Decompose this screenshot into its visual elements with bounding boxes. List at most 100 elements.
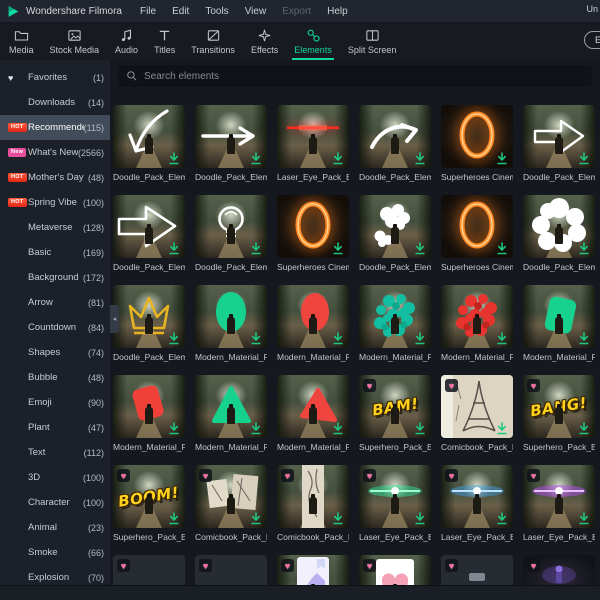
sidebar-item-plant[interactable]: Plant (47) [0, 415, 110, 440]
download-icon[interactable] [578, 422, 590, 435]
tab-stock-media[interactable]: Stock Media [43, 22, 107, 60]
tile-thumbnail[interactable]: ♥ [277, 555, 349, 585]
sidebar-item-smoke[interactable]: Smoke (66) [0, 540, 110, 565]
download-icon[interactable] [578, 152, 590, 165]
tile-thumbnail[interactable]: ♥ [441, 375, 513, 438]
tile-thumbnail[interactable]: ♥ [523, 105, 595, 168]
search-input[interactable] [144, 71, 584, 82]
grid-tile[interactable]: ♥ Laser_Eye_Pack_Eleme... [277, 105, 349, 182]
download-icon[interactable] [250, 332, 262, 345]
sidebar-item-recommended[interactable]: HOT Recommended (115) [0, 115, 110, 140]
sidebar-item-basic[interactable]: Basic (169) [0, 240, 110, 265]
grid-tile[interactable]: ♥ Doodle_Pack_Element_5 [113, 195, 185, 272]
download-icon[interactable] [496, 242, 508, 255]
tile-thumbnail[interactable]: ♥ [441, 105, 513, 168]
grid-tile[interactable]: ♥ Superheroes Cinematic ... [441, 105, 513, 182]
tab-transitions[interactable]: Transitions [184, 22, 242, 60]
download-icon[interactable] [414, 332, 426, 345]
sidebar-collapse-handle[interactable]: ◂ [110, 305, 119, 333]
search-bar[interactable] [118, 65, 592, 87]
grid-tile[interactable]: ♥ Doodle_Pack_Element_3 [359, 105, 431, 182]
tab-audio[interactable]: Audio [108, 22, 145, 60]
tile-thumbnail[interactable]: ♥ [195, 375, 267, 438]
sidebar-item-mother-s-day[interactable]: HOT Mother's Day (48) [0, 165, 110, 190]
tile-thumbnail[interactable]: BAM! ♥ [359, 375, 431, 438]
tile-thumbnail[interactable]: ♥ [113, 375, 185, 438]
menu-tools[interactable]: Tools [205, 6, 228, 17]
grid-tile[interactable]: ♥ Laser_Eye_Pack_Eleme... [523, 465, 595, 542]
grid-tile[interactable]: BOOM! ♥ Superhero_Pack_Eleme... [113, 465, 185, 542]
download-icon[interactable] [168, 332, 180, 345]
tab-effects[interactable]: Effects [244, 22, 285, 60]
tile-thumbnail[interactable]: ♥ [195, 555, 267, 585]
grid-tile[interactable]: ♥ [441, 555, 513, 585]
grid-tile[interactable]: ♥ Doodle_Pack_Element_7 [359, 195, 431, 272]
grid-tile[interactable]: BANG! ♥ Superhero_Pack_Eleme... [523, 375, 595, 452]
tile-thumbnail[interactable]: ♥ [359, 555, 431, 585]
menu-view[interactable]: View [245, 6, 267, 17]
tile-thumbnail[interactable]: ♥ [195, 195, 267, 258]
tab-split-screen[interactable]: Split Screen [341, 22, 404, 60]
grid-tile[interactable]: ♥ [277, 555, 349, 585]
download-icon[interactable] [414, 422, 426, 435]
download-icon[interactable] [250, 152, 262, 165]
grid-tile[interactable]: ♥ Superheroes Cinematic ... [277, 195, 349, 272]
grid-tile[interactable]: ♥ [523, 555, 595, 585]
grid-tile[interactable]: ♥ Doodle_Pack_Element_1 [523, 105, 595, 182]
tab-titles[interactable]: Titles [147, 22, 182, 60]
grid-tile[interactable]: ♥ [195, 555, 267, 585]
grid-tile[interactable]: ♥ Modern_Material_Pack_... [523, 285, 595, 362]
grid-tile[interactable]: ♥ Doodle_Pack_Element_6 [195, 195, 267, 272]
tab-media[interactable]: Media [2, 22, 41, 60]
grid-tile[interactable]: ♥ Modern_Material_Pack_... [441, 285, 513, 362]
download-icon[interactable] [496, 332, 508, 345]
grid-tile[interactable]: ♥ Doodle_Pack_Element_9 [113, 285, 185, 362]
menu-edit[interactable]: Edit [172, 6, 189, 17]
sidebar-item-arrow[interactable]: Arrow (81) [0, 290, 110, 315]
download-icon[interactable] [496, 512, 508, 525]
tile-thumbnail[interactable]: ♥ [359, 285, 431, 348]
sidebar-item-shapes[interactable]: Shapes (74) [0, 340, 110, 365]
tile-thumbnail[interactable]: ♥ [195, 465, 267, 528]
grid-tile[interactable]: ♥ Comicbook_Pack_Eleme... [277, 465, 349, 542]
grid-tile[interactable]: ♥ Laser_Eye_Pack_Eleme... [441, 465, 513, 542]
tile-thumbnail[interactable]: ♥ [523, 555, 595, 585]
download-icon[interactable] [414, 152, 426, 165]
grid-tile[interactable]: ♥ Comicbook_Pack_Eleme... [195, 465, 267, 542]
download-icon[interactable] [332, 152, 344, 165]
download-icon[interactable] [332, 422, 344, 435]
tile-thumbnail[interactable]: ♥ [441, 195, 513, 258]
sidebar-item-background[interactable]: Background (172) [0, 265, 110, 290]
tile-thumbnail[interactable]: ♥ [195, 285, 267, 348]
grid-tile[interactable]: ♥ Modern_Material_Pack_... [277, 285, 349, 362]
download-icon[interactable] [578, 242, 590, 255]
grid-tile[interactable]: ♥ Modern_Material_Pack_... [195, 285, 267, 362]
grid-tile[interactable]: BAM! ♥ Superhero_Pack_Eleme... [359, 375, 431, 452]
download-icon[interactable] [578, 512, 590, 525]
tile-thumbnail[interactable]: ♥ [359, 105, 431, 168]
grid-tile[interactable]: ♥ Superheroes Cinematic ... [441, 195, 513, 272]
sidebar-item-countdown[interactable]: Countdown (84) [0, 315, 110, 340]
sidebar-item-emoji[interactable]: Emoji (90) [0, 390, 110, 415]
sidebar-item-text[interactable]: Text (112) [0, 440, 110, 465]
grid-tile[interactable]: ♥ Doodle_Pack_Element_8 [523, 195, 595, 272]
sidebar-item-explosion[interactable]: Explosion (70) [0, 565, 110, 585]
tile-thumbnail[interactable]: ♥ [441, 555, 513, 585]
sidebar-item-metaverse[interactable]: Metaverse (128) [0, 215, 110, 240]
tile-thumbnail[interactable]: ♥ [277, 105, 349, 168]
download-icon[interactable] [168, 512, 180, 525]
menu-file[interactable]: File [140, 6, 156, 17]
tile-thumbnail[interactable]: ♥ [359, 465, 431, 528]
sidebar-item-favorites[interactable]: ♥ Favorites (1) [0, 65, 110, 90]
download-icon[interactable] [332, 512, 344, 525]
grid-tile[interactable]: ♥ Doodle_Pack_Element_4 [113, 105, 185, 182]
tile-thumbnail[interactable]: ♥ [277, 465, 349, 528]
grid-tile[interactable]: ♥ Laser_Eye_Pack_Eleme... [359, 465, 431, 542]
tile-thumbnail[interactable]: ♥ [277, 195, 349, 258]
grid-tile[interactable]: ♥ [113, 555, 185, 585]
grid-tile[interactable]: ♥ Modern_Material_Pack_... [359, 285, 431, 362]
sidebar-item-character[interactable]: Character (100) [0, 490, 110, 515]
sidebar-item-bubble[interactable]: Bubble (48) [0, 365, 110, 390]
download-icon[interactable] [250, 242, 262, 255]
download-icon[interactable] [332, 332, 344, 345]
